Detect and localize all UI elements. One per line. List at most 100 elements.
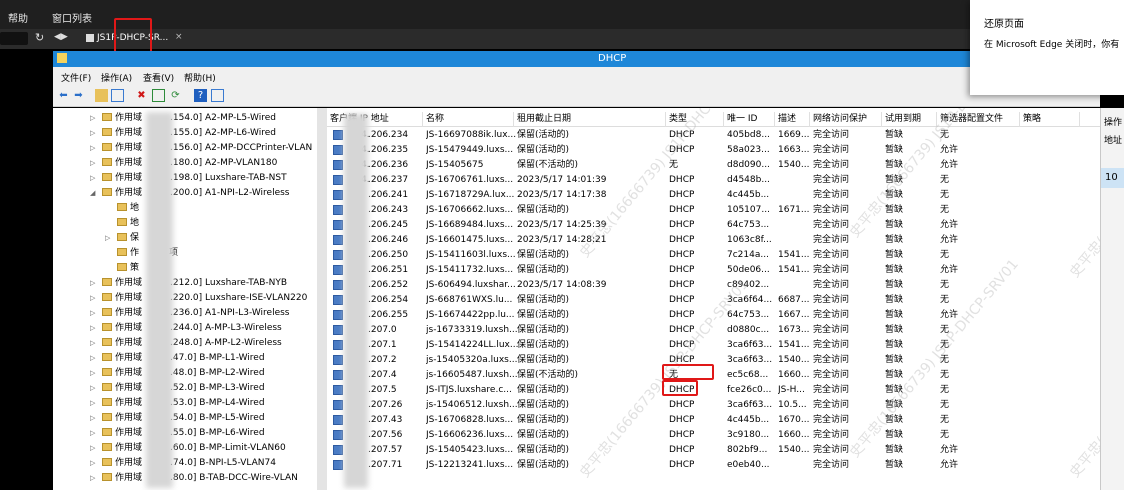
table-row[interactable]: .207.26 js-15406512.luxsh... 保留(活动的) DHCP 3c… [327, 398, 1100, 413]
help-icon[interactable]: ? [194, 89, 207, 102]
actions-item[interactable]: 地址 [1104, 133, 1122, 146]
column-header[interactable]: 客户端 IP 地址 [327, 112, 423, 127]
table-cell: 无 [940, 385, 950, 395]
table-row[interactable]: .207.57 JS-15405423.luxs... 保留(活动的) DHCP 802… [327, 443, 1100, 458]
table-row[interactable]: 4..206.234JS-16697088ik.lux...保留(活动的)DHC… [327, 128, 1100, 143]
show-hide-tree-icon[interactable] [111, 89, 124, 102]
tree-item[interactable]: ▷ 作用域 .53.0] B-MP-L4-Wired [90, 396, 265, 411]
tree-item[interactable]: ▷ 作用域 .48.0] B-MP-L2-Wired [90, 366, 265, 381]
menu-file[interactable]: 文件(F) [61, 71, 91, 84]
table-row[interactable]: .206.251 JS-15411732.luxs... 保留(活动的) DHCP 50… [327, 263, 1100, 278]
menu-help2[interactable]: 帮助(H) [184, 71, 216, 84]
address-field[interactable] [0, 32, 28, 45]
column-header[interactable]: 唯一 ID [724, 112, 775, 127]
table-row[interactable]: .207.1 JS-15414224LL.lux... 保留(活动的) DHCP 3ca… [327, 338, 1100, 353]
column-header[interactable]: 名称 [423, 112, 514, 127]
column-header[interactable]: 描述 [775, 112, 810, 127]
table-cell: 允许 [940, 265, 959, 275]
expand-arrow-icon[interactable]: ▷ [90, 111, 102, 126]
table-row[interactable]: .207.43 JS-16706828.luxs... 保留(活动的) DHCP 4c4… [327, 413, 1100, 428]
menu-action[interactable]: 操作(A) [101, 71, 132, 84]
expand-arrow-icon[interactable]: ▷ [90, 306, 102, 321]
delete-icon[interactable]: ✖ [135, 89, 148, 102]
tree-item[interactable]: ▷ 作用域 .155.0] A2-MP-L6-Wired [90, 126, 276, 141]
table-row[interactable]: .206.241 JS-16718729A.lux... 2023/5/17 14:… [327, 188, 1100, 203]
expand-arrow-icon[interactable]: ▷ [90, 366, 102, 381]
table-cell: DHCP [669, 415, 695, 425]
tree-item[interactable]: ▷ 作用域 .236.0] A1-NPI-L3-Wireless [90, 306, 290, 321]
table-row[interactable]: .206.243 JS-16706662.luxs... 保留(活动的) DHCP 10… [327, 203, 1100, 218]
table-row[interactable]: .206.246 JS-16601475.luxs... 2023/5/17 14:… [327, 233, 1100, 248]
expand-arrow-icon[interactable]: ▷ [90, 276, 102, 291]
table-cell: DHCP [669, 190, 695, 200]
reservation-icon [333, 280, 343, 290]
expand-arrow-icon[interactable]: ▷ [90, 141, 102, 156]
table-row[interactable]: .207.71 JS-12213241.luxs... 保留(活动的) DHCP e0e… [327, 458, 1100, 473]
tree-item[interactable]: ▷ 作用域 .54.0] B-MP-L5-Wired [90, 411, 265, 426]
refresh-list-icon[interactable]: ⟳ [169, 89, 182, 102]
table-cell: 保留(活动的) [517, 310, 570, 320]
tree-item[interactable]: ▷ 作用域 .154.0] A2-MP-L5-Wired [90, 111, 276, 126]
column-header-row: 客户端 IP 地址名称租用截止日期类型唯一 ID描述网络访问保护试用到期筛选器配… [327, 112, 1100, 127]
expand-arrow-icon[interactable]: ▷ [90, 441, 102, 456]
forward-icon[interactable]: ➡ [72, 89, 85, 102]
restore-page-toast[interactable]: 还原页面 在 Microsoft Edge 关闭时，你有 [970, 0, 1124, 95]
expand-arrow-icon[interactable]: ▷ [90, 171, 102, 186]
expand-arrow-icon[interactable]: ▷ [90, 471, 102, 486]
table-row[interactable]: 4..206.235JS-15479449.luxs...保留(活动的)DHCP… [327, 143, 1100, 158]
expand-arrow-icon[interactable]: ◢ [90, 186, 102, 201]
table-cell: JS-16706761.luxs... [426, 175, 514, 185]
tree-item[interactable]: ▷ 作用域 .74.0] B-NPI-L5-VLAN74 [90, 456, 276, 471]
refresh-icon[interactable]: ↻ [35, 31, 44, 44]
expand-arrow-icon[interactable]: ▷ [90, 396, 102, 411]
table-row[interactable]: .207.56 JS-16606236.luxs... 保留(活动的) DHCP 3c9… [327, 428, 1100, 443]
expand-arrow-icon[interactable]: ▷ [90, 291, 102, 306]
properties-icon[interactable] [152, 89, 165, 102]
tree-item[interactable]: ▷ 作用域 .220.0] Luxshare-ISE-VLAN220 [90, 291, 307, 306]
tree-item[interactable]: ▷ 作用域 .47.0] B-MP-L1-Wired [90, 351, 265, 366]
tree-item-label: 作用域 [115, 443, 143, 453]
column-header[interactable]: 租用截止日期 [514, 112, 666, 127]
back-forward-icon[interactable]: ◀▶ [54, 32, 68, 42]
tree-item[interactable]: ▷ 作用域 .212.0] Luxshare-TAB-NYB [90, 276, 287, 291]
expand-arrow-icon[interactable]: ▷ [90, 381, 102, 396]
table-row[interactable]: .206.245 JS-16689484.luxs... 2023/5/17 14:… [327, 218, 1100, 233]
expand-arrow-icon[interactable]: ▷ [90, 156, 102, 171]
expand-arrow-icon[interactable]: ▷ [90, 336, 102, 351]
tree-item[interactable]: ▷ 作用域 .55.0] B-MP-L6-Wired [90, 426, 265, 441]
tree-scrollbar[interactable] [317, 108, 327, 490]
menu-window-list[interactable]: 窗口列表 [52, 10, 92, 25]
tree-item[interactable]: ▷ 作用域 .60.0] B-MP-Limit-VLAN60 [90, 441, 286, 456]
tree-item[interactable]: ▷ 作用域 .80.0] B-TAB-DCC-Wire-VLAN [90, 471, 298, 486]
tree-item[interactable]: ▷ 作用域 .180.0] A2-MP-VLAN180 [90, 156, 277, 171]
expand-arrow-icon[interactable]: ▷ [90, 351, 102, 366]
menu-view[interactable]: 查看(V) [143, 71, 174, 84]
column-header[interactable]: 试用到期 [882, 112, 937, 127]
table-row[interactable]: 4..206.237JS-16706761.luxs...2023/5/17 1… [327, 173, 1100, 188]
menu-help[interactable]: 帮助 [8, 10, 28, 25]
tree-item[interactable]: ▷ 作用域 .248.0] A-MP-L2-Wireless [90, 336, 282, 351]
export-list-icon[interactable] [211, 89, 224, 102]
tree-item[interactable]: ▷ 作用域 .198.0] Luxshare-TAB-NST [90, 171, 287, 186]
column-header[interactable]: 网络访问保护 [810, 112, 882, 127]
tab-close-icon[interactable]: × [175, 32, 183, 42]
expand-arrow-icon[interactable]: ▷ [90, 321, 102, 336]
tree-item[interactable]: ▷ 作用域 .52.0] B-MP-L3-Wired [90, 381, 265, 396]
tree-item[interactable]: ◢ 作用域 .200.0] A1-NPI-L2-Wireless [90, 186, 290, 201]
back-icon[interactable]: ⬅ [57, 89, 70, 102]
tree-item-scope: .180.0] A2-MP-VLAN180 [170, 158, 278, 168]
table-row[interactable]: 4..206.236JS-15405675保留(不活动的)无d8d090...1… [327, 158, 1100, 173]
up-folder-icon[interactable] [95, 89, 108, 102]
expand-arrow-icon[interactable]: ▷ [90, 411, 102, 426]
table-row[interactable]: .207.5 JS-ITJS.luxshare.c... 保留(活动的) DHCP fc… [327, 383, 1100, 398]
expand-arrow-icon[interactable]: ▷ [90, 126, 102, 141]
column-header[interactable]: 策略 [1020, 112, 1080, 127]
table-cell: JS-15479449.luxs... [426, 145, 514, 155]
tree-item[interactable]: ▷ 作用域 .244.0] A-MP-L3-Wireless [90, 321, 282, 336]
expand-arrow-icon[interactable]: ▷ [90, 426, 102, 441]
tree-item[interactable]: ▷ 作用域 .156.0] A2-MP-DCCPrinter-VLAN [90, 141, 312, 156]
expand-arrow-icon[interactable]: ▷ [105, 231, 117, 246]
table-row[interactable]: .206.250 JS-15411603l.luxs... 保留(活动的) DHCP 7… [327, 248, 1100, 263]
expand-arrow-icon[interactable]: ▷ [90, 456, 102, 471]
table-cell: .207.5 [368, 385, 397, 395]
